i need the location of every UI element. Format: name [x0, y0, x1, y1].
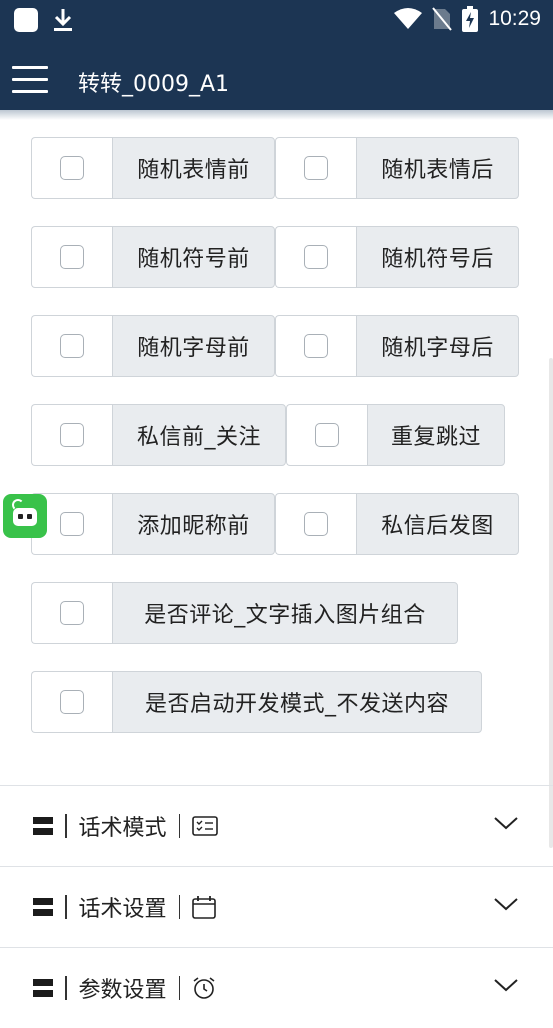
robot-assistant-icon[interactable]	[3, 494, 47, 538]
section-label: 话术模式	[78, 816, 167, 841]
grip-icon	[33, 817, 53, 835]
section-script-mode[interactable]: 话术模式	[0, 786, 553, 866]
option-random-letter-after: 随机字母后	[275, 315, 519, 377]
option-row: 是否评论_文字插入图片组合	[31, 582, 458, 644]
option-skip-duplicates: 重复跳过	[286, 404, 505, 466]
option-label[interactable]: 重复跳过	[367, 404, 505, 466]
option-label[interactable]: 随机表情前	[112, 137, 275, 199]
grip-icon	[33, 898, 53, 916]
option-comment-text-image-combo: 是否评论_文字插入图片组合	[31, 582, 458, 644]
checkbox[interactable]	[60, 512, 84, 536]
wifi-icon	[394, 8, 423, 29]
chevron-down-icon	[494, 979, 518, 992]
checkbox[interactable]	[60, 423, 84, 447]
battery-charging-icon	[462, 6, 479, 32]
no-sim-icon	[432, 7, 453, 31]
checkbox[interactable]	[315, 423, 339, 447]
checklist-card-icon	[192, 816, 218, 836]
option-row: 是否启动开发模式_不发送内容	[31, 671, 482, 733]
option-random-symbol-before: 随机符号前	[31, 226, 275, 288]
hamburger-menu-icon[interactable]	[12, 64, 50, 94]
section-parameter-settings[interactable]: 参数设置	[0, 948, 553, 1028]
checkbox[interactable]	[60, 601, 84, 625]
section-label: 话术设置	[78, 897, 167, 922]
chevron-down-icon	[494, 817, 518, 830]
status-bar: 10:29	[0, 0, 553, 40]
option-random-symbol-after: 随机符号后	[275, 226, 519, 288]
option-label[interactable]: 随机符号后	[356, 226, 519, 288]
option-row: 随机符号前 随机符号后	[31, 226, 519, 288]
option-random-emoji-before: 随机表情前	[31, 137, 275, 199]
app-title: 转转_0009_A1	[78, 72, 230, 97]
scrollbar[interactable]	[549, 358, 553, 848]
download-icon	[54, 9, 72, 31]
status-time: 10:29	[488, 7, 541, 30]
option-label[interactable]: 随机符号前	[112, 226, 275, 288]
app-bar: 转转_0009_A1	[0, 40, 553, 110]
option-row: 添加昵称前 私信后发图	[31, 493, 519, 555]
calendar-icon	[192, 896, 216, 919]
checkbox[interactable]	[304, 245, 328, 269]
option-row: 私信前_关注 重复跳过	[31, 404, 505, 466]
grip-icon	[33, 979, 53, 997]
section-label: 参数设置	[78, 978, 167, 1003]
option-label[interactable]: 添加昵称前	[112, 493, 275, 555]
checkbox[interactable]	[60, 690, 84, 714]
option-label[interactable]: 是否启动开发模式_不发送内容	[112, 671, 482, 733]
app-square-icon	[14, 8, 38, 32]
checkbox[interactable]	[304, 512, 328, 536]
option-label[interactable]: 随机字母后	[356, 315, 519, 377]
alarm-clock-icon	[193, 977, 215, 999]
option-label[interactable]: 随机字母前	[112, 315, 275, 377]
chevron-down-icon	[494, 898, 518, 911]
section-script-settings[interactable]: 话术设置	[0, 867, 553, 947]
option-send-image-after-dm: 私信后发图	[275, 493, 519, 555]
option-dev-mode-no-send: 是否启动开发模式_不发送内容	[31, 671, 482, 733]
checkbox[interactable]	[304, 334, 328, 358]
option-follow-before-dm: 私信前_关注	[31, 404, 286, 466]
option-random-letter-before: 随机字母前	[31, 315, 275, 377]
option-label[interactable]: 是否评论_文字插入图片组合	[112, 582, 458, 644]
option-label[interactable]: 私信前_关注	[112, 404, 286, 466]
option-random-emoji-after: 随机表情后	[275, 137, 519, 199]
checkbox[interactable]	[60, 334, 84, 358]
option-row: 随机表情前 随机表情后	[31, 137, 519, 199]
checkbox[interactable]	[60, 245, 84, 269]
option-label[interactable]: 私信后发图	[356, 493, 519, 555]
checkbox[interactable]	[60, 156, 84, 180]
app-bar-shadow	[0, 110, 553, 120]
option-add-nickname-before: 添加昵称前	[31, 493, 275, 555]
option-label[interactable]: 随机表情后	[356, 137, 519, 199]
checkbox[interactable]	[304, 156, 328, 180]
option-row: 随机字母前 随机字母后	[31, 315, 519, 377]
